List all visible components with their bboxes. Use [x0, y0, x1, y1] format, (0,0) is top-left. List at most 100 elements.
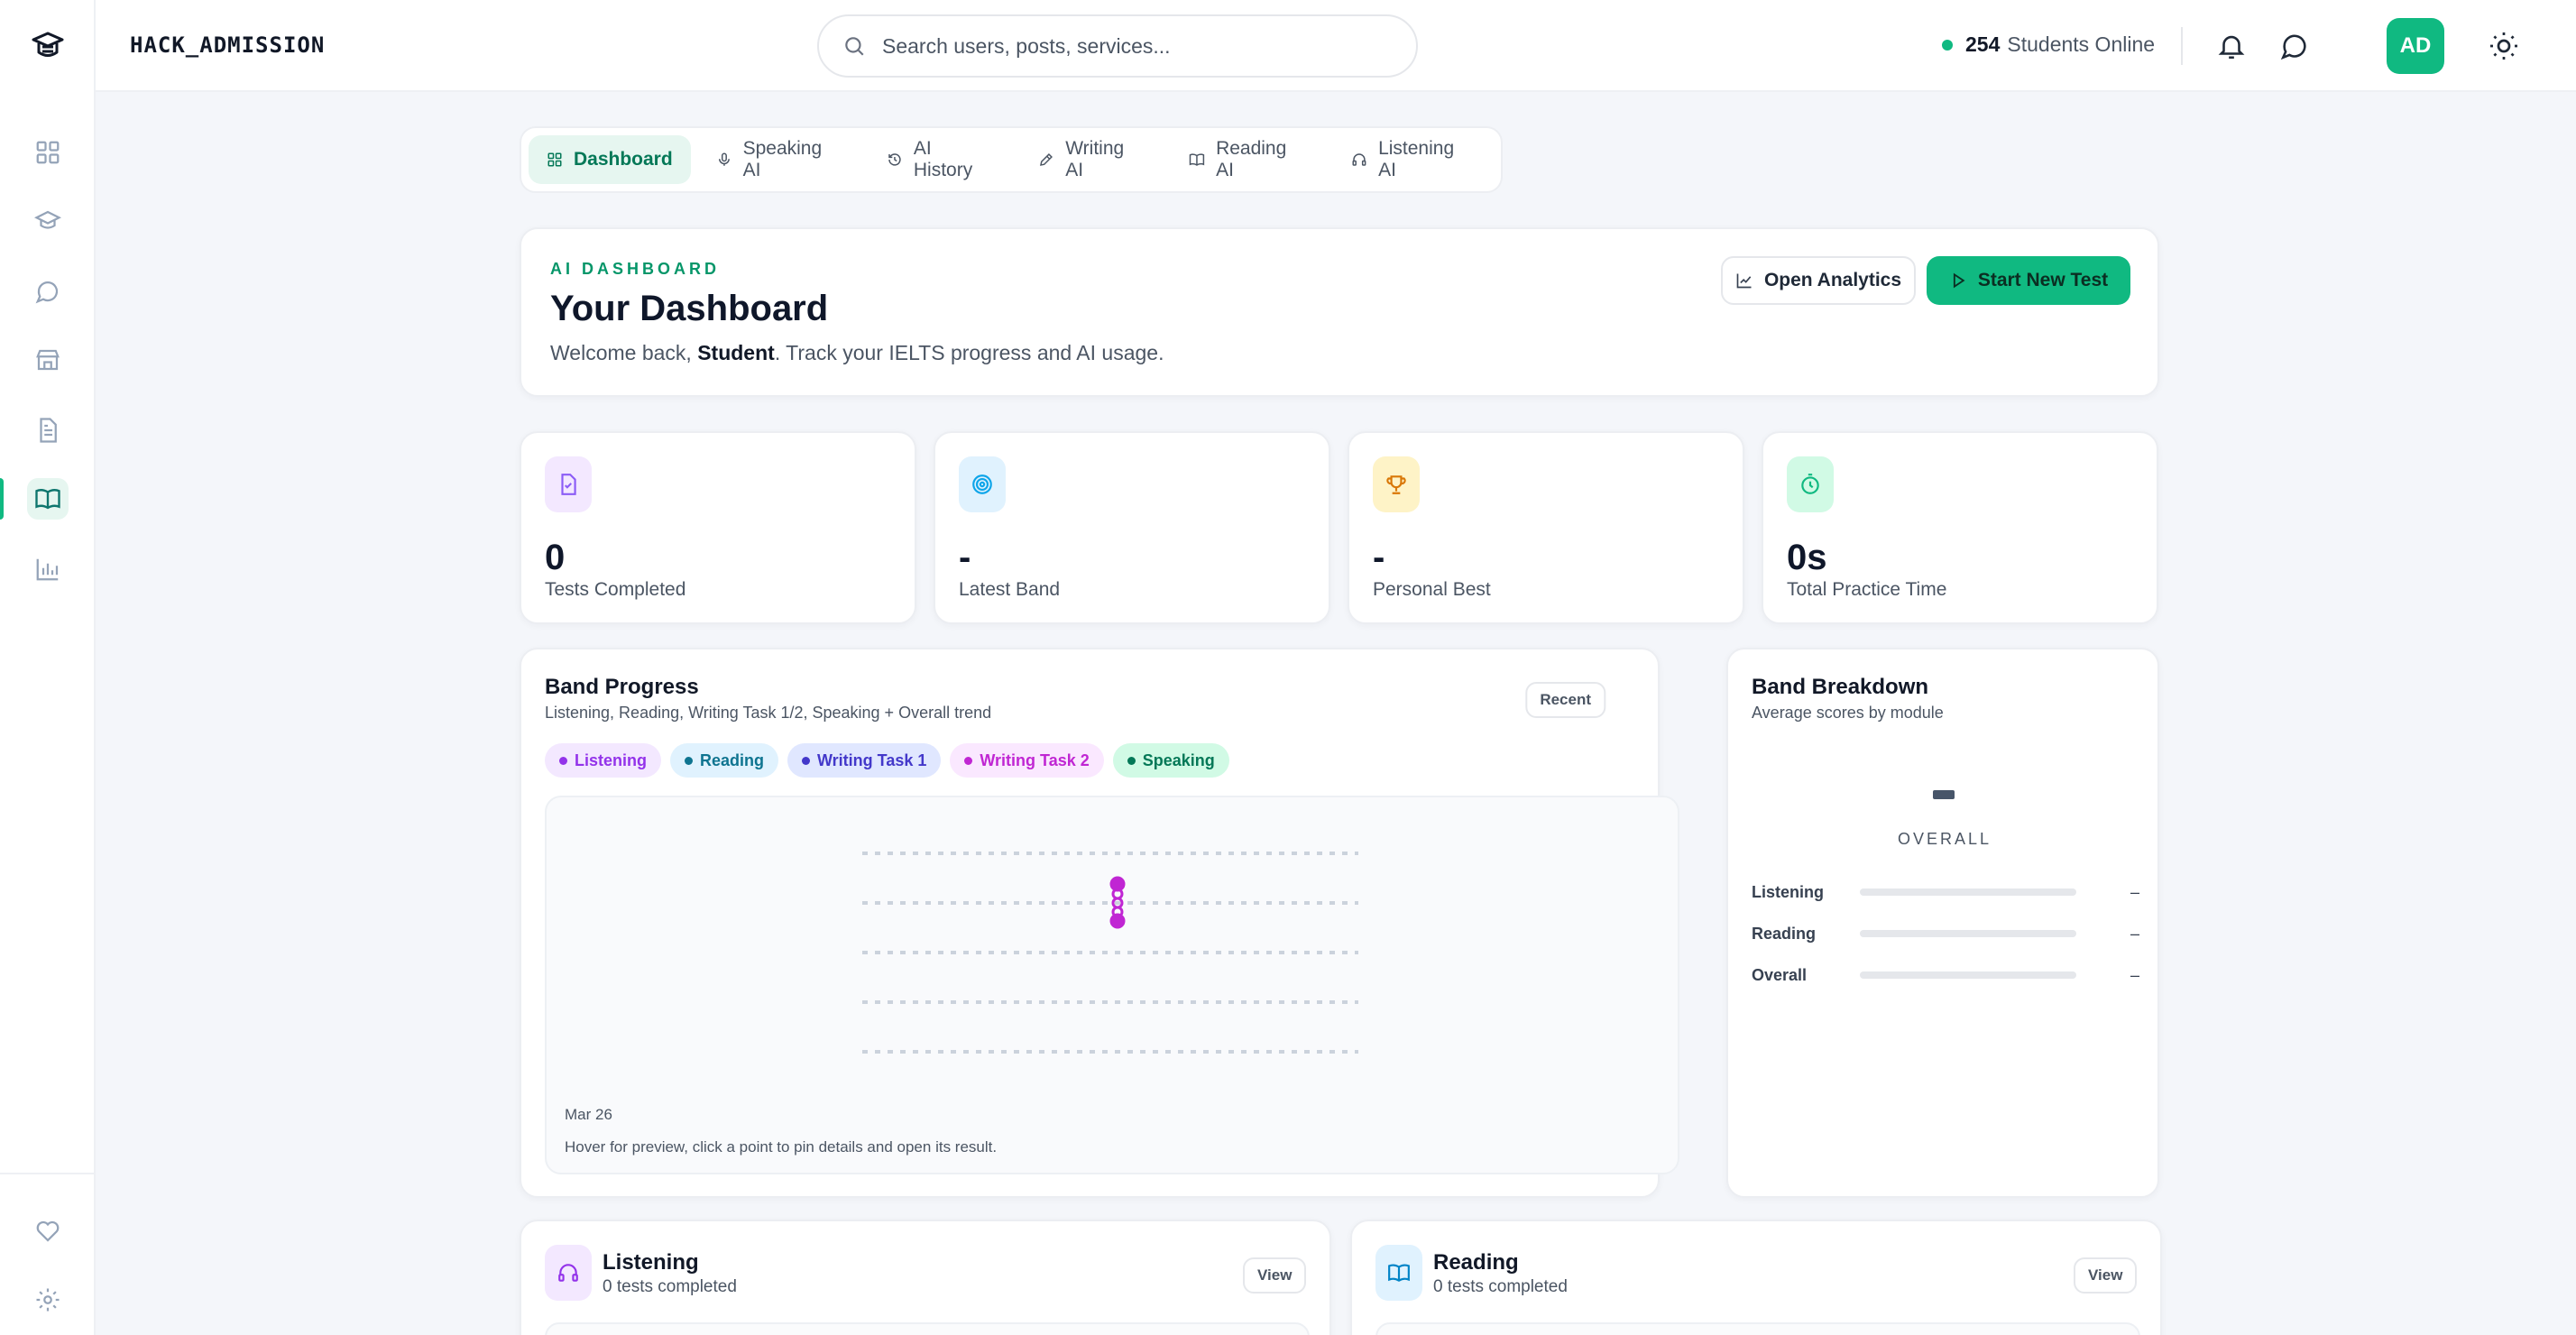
module-subtitle: 0 tests completed — [1433, 1277, 1568, 1296]
stat-card-tests-completed: 0 Tests Completed — [520, 431, 916, 624]
tab-label: Listening AI — [1378, 138, 1455, 180]
tab-writing-ai[interactable]: Writing AI — [1020, 135, 1164, 184]
sidebar-item-analytics[interactable] — [27, 548, 69, 590]
message-icon — [2280, 34, 2306, 60]
overall-score-placeholder — [1933, 790, 1955, 799]
headphones-icon — [1352, 153, 1366, 166]
top-bar: HACK_ADMISSION 254 Students Online AD — [96, 0, 2576, 92]
band-breakdown-title: Band Breakdown — [1752, 675, 1929, 699]
theme-toggle-button[interactable] — [2486, 28, 2522, 64]
tab-speaking-ai[interactable]: Speaking AI — [698, 135, 861, 184]
band-progress-title: Band Progress — [545, 675, 699, 699]
stat-card-personal-best: - Personal Best — [1348, 431, 1744, 624]
legend-dot — [802, 756, 811, 765]
online-status: 254 Students Online — [1942, 32, 2155, 57]
breakdown-name: Overall — [1752, 965, 1808, 984]
sidebar-item-courses[interactable] — [27, 200, 69, 242]
stat-value: 0s — [1787, 538, 1827, 577]
tab-reading-ai[interactable]: Reading AI — [1171, 135, 1326, 184]
mic-icon — [718, 152, 730, 166]
tab-listening-ai[interactable]: Listening AI — [1333, 135, 1494, 184]
view-button[interactable]: View — [1243, 1257, 1307, 1294]
legend-dot — [685, 756, 693, 765]
stat-value: - — [1373, 538, 1385, 577]
legend-dot — [964, 756, 973, 765]
band-progress-chart[interactable]: Mar 26 Hover for preview, click a point … — [545, 796, 1679, 1174]
legend-label: Writing Task 2 — [980, 750, 1090, 769]
dashboard-header-card: AI DASHBOARD Your Dashboard Welcome back… — [520, 227, 2159, 397]
stat-label: Latest Band — [959, 579, 1061, 600]
sidebar — [0, 0, 96, 1335]
overall-label: OVERALL — [1897, 830, 1992, 848]
band-breakdown-card: Band Breakdown Average scores by module … — [1726, 648, 2159, 1198]
module-card-reading: Reading 0 tests completed View — [1350, 1220, 2162, 1335]
history-icon — [888, 153, 901, 166]
open-analytics-button[interactable]: Open Analytics — [1721, 256, 1916, 305]
view-button[interactable]: View — [2074, 1257, 2138, 1294]
sidebar-item-documents[interactable] — [27, 410, 69, 451]
breakdown-value: – — [2130, 882, 2139, 901]
module-subtitle: 0 tests completed — [603, 1277, 737, 1296]
messages-button[interactable] — [2277, 28, 2313, 64]
avatar[interactable]: AD — [2387, 18, 2444, 74]
document-icon — [40, 418, 57, 443]
target-icon — [959, 456, 1006, 512]
file-icon — [545, 456, 592, 512]
sidebar-item-settings[interactable] — [27, 1279, 69, 1321]
start-new-test-button[interactable]: Start New Test — [1927, 256, 2130, 305]
chart-svg — [862, 852, 1358, 1054]
search-input[interactable] — [882, 33, 1387, 59]
tab-label: Dashboard — [574, 149, 673, 170]
ai-tabs: Dashboard Speaking AI AI History Writing… — [520, 126, 1503, 193]
book-open-icon — [1375, 1245, 1422, 1301]
stat-label: Personal Best — [1373, 579, 1491, 600]
user-name: Student — [697, 341, 775, 364]
sidebar-item-ielts[interactable] — [27, 478, 69, 520]
legend-label: Writing Task 1 — [817, 750, 927, 769]
headphones-icon — [545, 1245, 592, 1301]
tab-ai-history[interactable]: AI History — [869, 135, 1013, 184]
stat-label: Tests Completed — [545, 579, 686, 600]
sun-icon — [2490, 32, 2517, 60]
legend-chip-listening[interactable]: Listening — [545, 743, 661, 778]
legend-chip-speaking[interactable]: Speaking — [1112, 743, 1229, 778]
legend-chip-writing-task-1[interactable]: Writing Task 1 — [787, 743, 942, 778]
book-open-icon — [35, 489, 60, 510]
sidebar-item-favorites[interactable] — [27, 1211, 69, 1252]
sidebar-divider — [0, 1173, 96, 1174]
start-new-test-label: Start New Test — [1977, 270, 2109, 290]
online-label: Students Online — [2007, 32, 2156, 56]
settings-icon — [36, 1288, 60, 1312]
legend-chip-writing-task-2[interactable]: Writing Task 2 — [950, 743, 1104, 778]
breakdown-value: – — [2130, 965, 2139, 984]
legend-label: Reading — [700, 750, 765, 769]
online-dot — [1942, 39, 1953, 51]
stat-card-practice-time: 0s Total Practice Time — [1762, 431, 2158, 624]
logo-icon[interactable] — [30, 31, 66, 63]
recent-filter-button[interactable]: Recent — [1525, 682, 1605, 718]
sidebar-item-dashboard[interactable] — [27, 132, 69, 173]
online-count: 254 — [1965, 32, 2001, 56]
legend-chip-reading[interactable]: Reading — [670, 743, 779, 778]
search-bar[interactable] — [817, 14, 1418, 78]
tab-label: Writing AI — [1065, 138, 1125, 180]
line-chart-icon — [1736, 273, 1752, 289]
sidebar-item-chat[interactable] — [27, 271, 69, 312]
breakdown-bar — [1860, 888, 2076, 896]
breakdown-row: Reading – — [1752, 920, 2139, 947]
sidebar-active-indicator — [0, 478, 4, 520]
module-title: Reading — [1433, 1250, 1519, 1275]
legend-label: Listening — [575, 750, 647, 769]
sidebar-item-store[interactable] — [27, 339, 69, 381]
page-title: Your Dashboard — [550, 289, 829, 328]
stat-value: 0 — [545, 538, 566, 577]
tab-dashboard[interactable]: Dashboard — [529, 135, 691, 184]
heart-icon — [36, 1220, 60, 1242]
module-content — [545, 1322, 1310, 1335]
eyebrow-label: AI DASHBOARD — [550, 260, 721, 278]
pen-icon — [1040, 152, 1053, 166]
data-point-speaking[interactable] — [1109, 913, 1126, 929]
notifications-button[interactable] — [2213, 28, 2249, 64]
brand-name[interactable]: HACK_ADMISSION — [130, 32, 325, 58]
open-analytics-label: Open Analytics — [1763, 270, 1902, 290]
